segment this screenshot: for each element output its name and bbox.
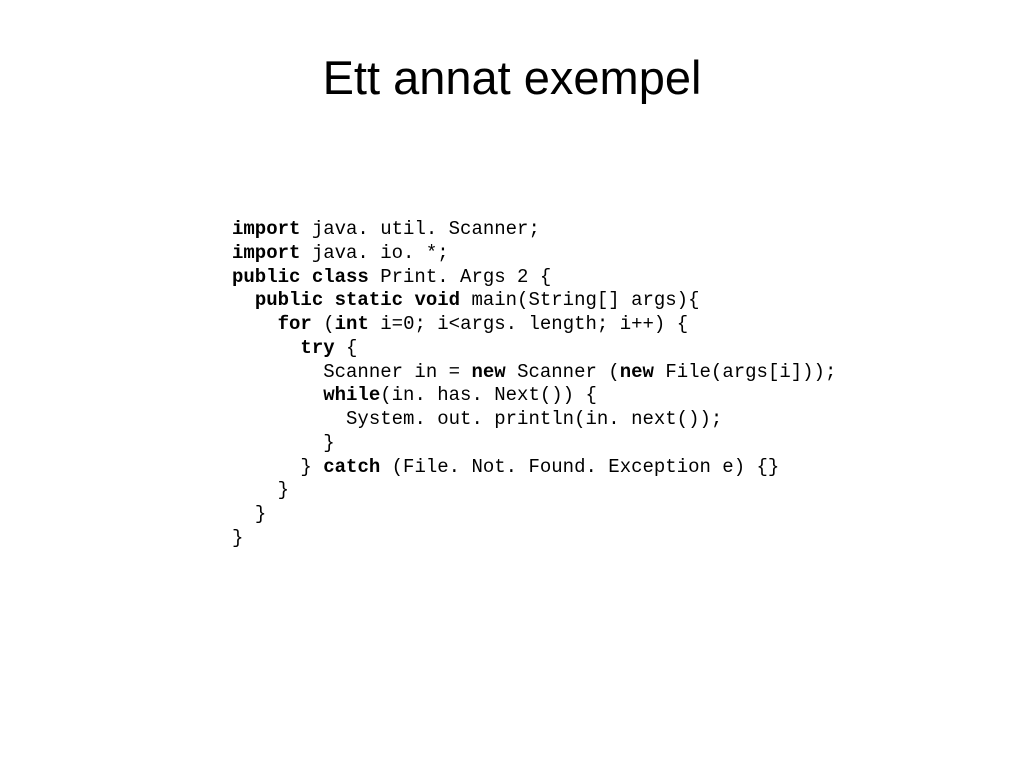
code-line: System. out. println(in. next());: [232, 408, 836, 432]
code-line: Scanner in = new Scanner (new File(args[…: [232, 361, 836, 385]
code-line: for (int i=0; i<args. length; i++) {: [232, 313, 836, 337]
code-line: import java. io. *;: [232, 242, 836, 266]
code-line: public static void main(String[] args){: [232, 289, 836, 313]
code-line: }: [232, 503, 836, 527]
code-line: try {: [232, 337, 836, 361]
code-line: }: [232, 432, 836, 456]
code-block: import java. util. Scanner;import java. …: [232, 218, 836, 551]
code-line: public class Print. Args 2 {: [232, 266, 836, 290]
code-line: import java. util. Scanner;: [232, 218, 836, 242]
code-line: while(in. has. Next()) {: [232, 384, 836, 408]
code-line: } catch (File. Not. Found. Exception e) …: [232, 456, 836, 480]
code-line: }: [232, 479, 836, 503]
slide: Ett annat exempel import java. util. Sca…: [0, 0, 1024, 768]
code-line: }: [232, 527, 836, 551]
slide-title: Ett annat exempel: [0, 50, 1024, 105]
